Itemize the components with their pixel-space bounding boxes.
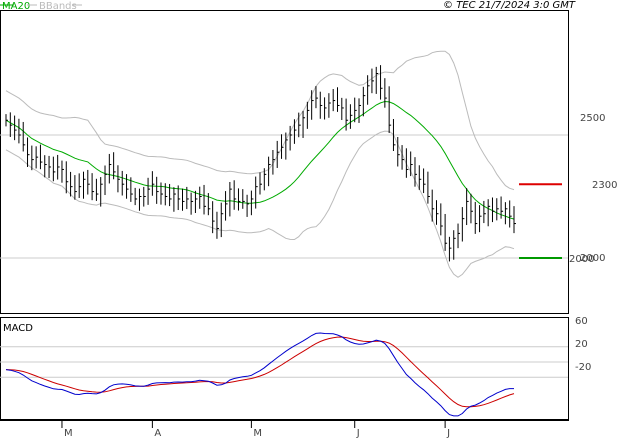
price-y-tick: 2000 [580, 253, 605, 264]
gridlines [0, 134, 568, 378]
x-tick-label: M [64, 428, 73, 439]
bb-upper [5, 50, 515, 191]
macd-y-tick: 60 [575, 316, 588, 327]
price-y-tick: 2500 [580, 113, 605, 124]
resistance-label: 2300 [592, 180, 617, 191]
price-panel-frame [0, 10, 569, 314]
ma-legend-label: MA20 [2, 1, 30, 12]
macd-y-tick: 20 [575, 339, 588, 350]
x-tick-label: J [356, 428, 360, 439]
macd-signal-line [5, 336, 515, 408]
y-tick-labels: 2500 2000 60 20 -20 [575, 113, 605, 373]
macd-panel-frame [0, 317, 569, 420]
bb-legend-label: BBands [39, 1, 77, 12]
macd-lines [5, 332, 515, 417]
macd-line [5, 332, 514, 417]
x-tick-label: M [253, 428, 262, 439]
macd-panel-title: MACD [3, 323, 33, 334]
price-bars [5, 65, 516, 262]
macd-y-tick: -20 [575, 362, 591, 373]
technical-chart: 2300 2000 2500 2000 60 20 -20 M A M J J MA20 BBan… [0, 0, 617, 439]
x-tick-label: A [154, 428, 161, 439]
x-tick-label: J [446, 428, 450, 439]
bb-lower [5, 130, 515, 278]
copyright-label: © TEC 21/7/2024 3:0 GMT [443, 0, 576, 11]
bollinger-bands [5, 50, 515, 278]
x-tick-labels: MAMJJ [61, 420, 450, 439]
